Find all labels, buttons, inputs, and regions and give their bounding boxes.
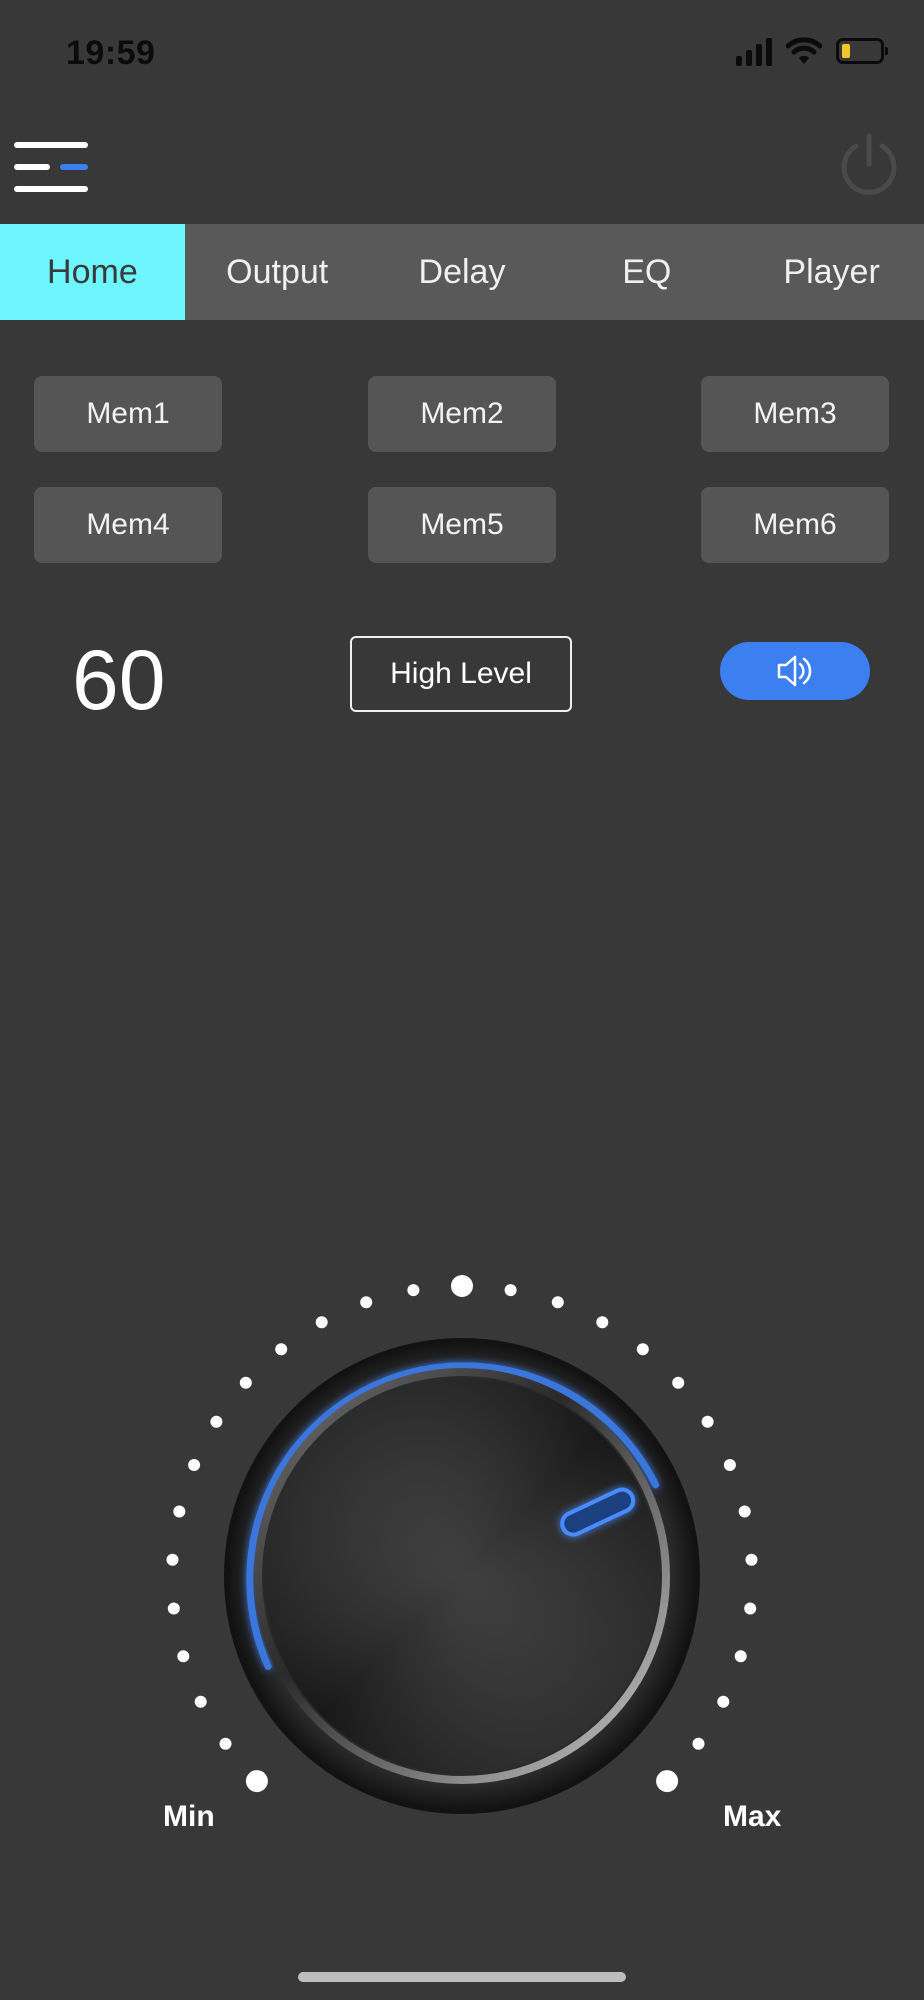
status-time: 19:59 bbox=[66, 34, 156, 72]
scale-dot bbox=[723, 1459, 736, 1471]
menu-button[interactable] bbox=[14, 138, 90, 198]
mem3-button[interactable]: Mem3 bbox=[701, 376, 889, 452]
wifi-icon bbox=[786, 37, 822, 64]
scale-dot bbox=[177, 1650, 190, 1663]
tab-delay[interactable]: Delay bbox=[370, 224, 555, 320]
tab-label: Home bbox=[47, 252, 138, 291]
mem4-button[interactable]: Mem4 bbox=[34, 487, 222, 563]
mem1-button[interactable]: Mem1 bbox=[34, 376, 222, 452]
status-bar: 19:59 bbox=[0, 0, 924, 110]
scale-dot bbox=[210, 1415, 223, 1428]
min-label: Min bbox=[163, 1800, 215, 1833]
scale-dot bbox=[166, 1553, 179, 1566]
tab-home[interactable]: Home bbox=[0, 224, 185, 320]
scale-dot bbox=[738, 1505, 751, 1518]
speaker-icon bbox=[777, 655, 812, 687]
scale-dot bbox=[451, 1275, 473, 1297]
scale-dot bbox=[239, 1376, 252, 1389]
home-indicator bbox=[298, 1972, 626, 1982]
scale-dot bbox=[360, 1296, 373, 1309]
status-icons bbox=[736, 36, 888, 66]
scale-dot bbox=[656, 1770, 679, 1793]
tab-label: Player bbox=[783, 252, 880, 291]
tab-label: Delay bbox=[418, 252, 506, 291]
scale-dot bbox=[636, 1343, 649, 1356]
volume-knob[interactable] bbox=[150, 1270, 774, 1830]
tab-bar: Home Output Delay EQ Player bbox=[0, 224, 924, 320]
scale-dot bbox=[701, 1415, 714, 1428]
tab-output[interactable]: Output bbox=[185, 224, 370, 320]
scale-dot bbox=[188, 1459, 201, 1471]
cellular-signal-icon bbox=[736, 36, 772, 66]
scale-dot bbox=[744, 1602, 757, 1615]
scale-dot bbox=[551, 1296, 564, 1309]
battery-low-icon bbox=[836, 38, 888, 64]
volume-value: 60 bbox=[72, 633, 166, 727]
scale-dot bbox=[745, 1553, 758, 1566]
scale-dot bbox=[275, 1343, 288, 1356]
tab-eq[interactable]: EQ bbox=[554, 224, 739, 320]
scale-dot bbox=[717, 1695, 730, 1708]
max-label: Max bbox=[723, 1800, 782, 1833]
power-icon[interactable] bbox=[834, 130, 904, 200]
scale-dot bbox=[504, 1284, 517, 1297]
scale-dot bbox=[219, 1737, 232, 1750]
scale-dot bbox=[245, 1770, 268, 1793]
mute-button[interactable] bbox=[720, 642, 870, 700]
scale-dot bbox=[596, 1316, 609, 1329]
scale-dot bbox=[173, 1505, 186, 1518]
input-level-button[interactable]: High Level bbox=[350, 636, 572, 712]
scale-dot bbox=[315, 1316, 328, 1329]
scale-dot bbox=[194, 1695, 207, 1708]
volume-knob-area: Min Max bbox=[150, 1270, 781, 1833]
mem2-button[interactable]: Mem2 bbox=[368, 376, 556, 452]
scale-dot bbox=[407, 1284, 420, 1297]
scale-dot bbox=[672, 1376, 685, 1389]
mem5-button[interactable]: Mem5 bbox=[368, 487, 556, 563]
scale-dot bbox=[692, 1737, 705, 1750]
tab-label: EQ bbox=[622, 252, 672, 291]
mem6-button[interactable]: Mem6 bbox=[701, 487, 889, 563]
scale-dot bbox=[167, 1602, 180, 1615]
scale-dot bbox=[734, 1650, 747, 1663]
tab-label: Output bbox=[226, 252, 329, 291]
tab-player[interactable]: Player bbox=[739, 224, 924, 320]
